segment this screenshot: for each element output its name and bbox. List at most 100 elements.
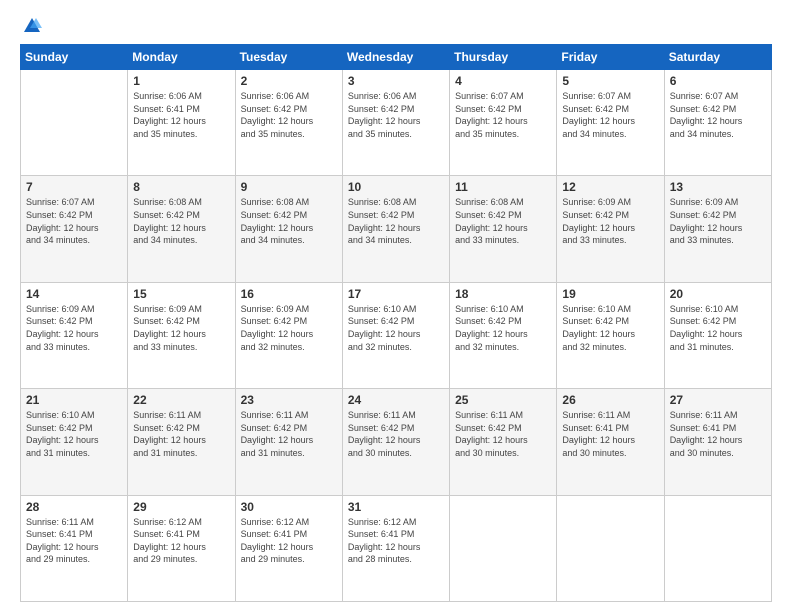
table-row: 17 Sunrise: 6:10 AM Sunset: 6:42 PM Dayli… bbox=[342, 282, 449, 388]
table-row: 31 Sunrise: 6:12 AM Sunset: 6:41 PM Dayli… bbox=[342, 495, 449, 601]
day-number: 14 bbox=[26, 287, 122, 301]
table-row bbox=[664, 495, 771, 601]
logo-icon bbox=[22, 16, 42, 34]
day-info: Sunrise: 6:09 AM Sunset: 6:42 PM Dayligh… bbox=[133, 303, 229, 353]
table-row bbox=[557, 495, 664, 601]
day-number: 18 bbox=[455, 287, 551, 301]
day-number: 23 bbox=[241, 393, 337, 407]
day-number: 28 bbox=[26, 500, 122, 514]
day-number: 27 bbox=[670, 393, 766, 407]
table-row: 8Sunrise: 6:08 AM Sunset: 6:42 PM Daylig… bbox=[128, 176, 235, 282]
table-row: 20 Sunrise: 6:10 AM Sunset: 6:42 PM Dayli… bbox=[664, 282, 771, 388]
table-row: 22 Sunrise: 6:11 AM Sunset: 6:42 PM Dayli… bbox=[128, 389, 235, 495]
day-number: 11 bbox=[455, 180, 551, 194]
table-row: 10 Sunrise: 6:08 AM Sunset: 6:42 PM Dayli… bbox=[342, 176, 449, 282]
table-row bbox=[21, 70, 128, 176]
day-info: Sunrise: 6:09 AM Sunset: 6:42 PM Dayligh… bbox=[241, 303, 337, 353]
table-row: 27 Sunrise: 6:11 AM Sunset: 6:41 PM Dayli… bbox=[664, 389, 771, 495]
day-number: 26 bbox=[562, 393, 658, 407]
table-row: 19Sunrise: 6:10 AM Sunset: 6:42 PM Dayli… bbox=[557, 282, 664, 388]
day-number: 24 bbox=[348, 393, 444, 407]
table-row: 7Sunrise: 6:07 AM Sunset: 6:42 PM Daylig… bbox=[21, 176, 128, 282]
day-number: 22 bbox=[133, 393, 229, 407]
calendar-week-row: 7Sunrise: 6:07 AM Sunset: 6:42 PM Daylig… bbox=[21, 176, 772, 282]
day-info: Sunrise: 6:10 AM Sunset: 6:42 PM Dayligh… bbox=[348, 303, 444, 353]
day-info: Sunrise: 6:10 AM Sunset: 6:42 PM Dayligh… bbox=[455, 303, 551, 353]
day-info: Sunrise: 6:09 AM Sunset: 6:42 PM Dayligh… bbox=[562, 196, 658, 246]
day-info: Sunrise: 6:08 AM Sunset: 6:42 PM Dayligh… bbox=[455, 196, 551, 246]
day-info: Sunrise: 6:08 AM Sunset: 6:42 PM Dayligh… bbox=[133, 196, 229, 246]
day-info: Sunrise: 6:11 AM Sunset: 6:41 PM Dayligh… bbox=[562, 409, 658, 459]
table-row: 13 Sunrise: 6:09 AM Sunset: 6:42 PM Dayli… bbox=[664, 176, 771, 282]
table-row: 1Sunrise: 6:06 AM Sunset: 6:41 PM Daylig… bbox=[128, 70, 235, 176]
col-sunday: Sunday bbox=[21, 45, 128, 70]
day-info: Sunrise: 6:11 AM Sunset: 6:42 PM Dayligh… bbox=[241, 409, 337, 459]
day-info: Sunrise: 6:11 AM Sunset: 6:42 PM Dayligh… bbox=[348, 409, 444, 459]
table-row: 16 Sunrise: 6:09 AM Sunset: 6:42 PM Dayli… bbox=[235, 282, 342, 388]
day-info: Sunrise: 6:07 AM Sunset: 6:42 PM Dayligh… bbox=[670, 90, 766, 140]
day-number: 17 bbox=[348, 287, 444, 301]
day-info: Sunrise: 6:07 AM Sunset: 6:42 PM Dayligh… bbox=[455, 90, 551, 140]
day-number: 5 bbox=[562, 74, 658, 88]
table-row: 15Sunrise: 6:09 AM Sunset: 6:42 PM Dayli… bbox=[128, 282, 235, 388]
day-info: Sunrise: 6:11 AM Sunset: 6:41 PM Dayligh… bbox=[670, 409, 766, 459]
table-row: 9Sunrise: 6:08 AM Sunset: 6:42 PM Daylig… bbox=[235, 176, 342, 282]
col-saturday: Saturday bbox=[664, 45, 771, 70]
day-info: Sunrise: 6:06 AM Sunset: 6:42 PM Dayligh… bbox=[241, 90, 337, 140]
table-row: 3 Sunrise: 6:06 AM Sunset: 6:42 PM Daylig… bbox=[342, 70, 449, 176]
day-number: 25 bbox=[455, 393, 551, 407]
day-number: 13 bbox=[670, 180, 766, 194]
day-info: Sunrise: 6:10 AM Sunset: 6:42 PM Dayligh… bbox=[670, 303, 766, 353]
day-number: 4 bbox=[455, 74, 551, 88]
day-number: 31 bbox=[348, 500, 444, 514]
day-number: 29 bbox=[133, 500, 229, 514]
day-number: 21 bbox=[26, 393, 122, 407]
calendar-table: Sunday Monday Tuesday Wednesday Thursday… bbox=[20, 44, 772, 602]
day-number: 3 bbox=[348, 74, 444, 88]
table-row: 21 Sunrise: 6:10 AM Sunset: 6:42 PM Dayli… bbox=[21, 389, 128, 495]
table-row: 26 Sunrise: 6:11 AM Sunset: 6:41 PM Dayli… bbox=[557, 389, 664, 495]
day-info: Sunrise: 6:08 AM Sunset: 6:42 PM Dayligh… bbox=[348, 196, 444, 246]
day-info: Sunrise: 6:10 AM Sunset: 6:42 PM Dayligh… bbox=[26, 409, 122, 459]
calendar-header-row: Sunday Monday Tuesday Wednesday Thursday… bbox=[21, 45, 772, 70]
calendar-week-row: 1Sunrise: 6:06 AM Sunset: 6:41 PM Daylig… bbox=[21, 70, 772, 176]
table-row: 2 Sunrise: 6:06 AM Sunset: 6:42 PM Daylig… bbox=[235, 70, 342, 176]
day-info: Sunrise: 6:11 AM Sunset: 6:42 PM Dayligh… bbox=[455, 409, 551, 459]
day-number: 16 bbox=[241, 287, 337, 301]
day-info: Sunrise: 6:06 AM Sunset: 6:42 PM Dayligh… bbox=[348, 90, 444, 140]
header bbox=[20, 16, 772, 34]
day-number: 30 bbox=[241, 500, 337, 514]
table-row: 28 Sunrise: 6:11 AM Sunset: 6:41 PM Dayli… bbox=[21, 495, 128, 601]
table-row: 25 Sunrise: 6:11 AM Sunset: 6:42 PM Dayli… bbox=[450, 389, 557, 495]
day-info: Sunrise: 6:11 AM Sunset: 6:41 PM Dayligh… bbox=[26, 516, 122, 566]
table-row bbox=[450, 495, 557, 601]
day-number: 20 bbox=[670, 287, 766, 301]
col-thursday: Thursday bbox=[450, 45, 557, 70]
day-info: Sunrise: 6:10 AM Sunset: 6:42 PM Dayligh… bbox=[562, 303, 658, 353]
table-row: 30 Sunrise: 6:12 AM Sunset: 6:41 PM Dayli… bbox=[235, 495, 342, 601]
calendar-week-row: 21 Sunrise: 6:10 AM Sunset: 6:42 PM Dayli… bbox=[21, 389, 772, 495]
calendar-week-row: 14 Sunrise: 6:09 AM Sunset: 6:42 PM Dayli… bbox=[21, 282, 772, 388]
day-number: 6 bbox=[670, 74, 766, 88]
col-friday: Friday bbox=[557, 45, 664, 70]
day-info: Sunrise: 6:07 AM Sunset: 6:42 PM Dayligh… bbox=[26, 196, 122, 246]
day-number: 9 bbox=[241, 180, 337, 194]
day-number: 12 bbox=[562, 180, 658, 194]
day-info: Sunrise: 6:12 AM Sunset: 6:41 PM Dayligh… bbox=[133, 516, 229, 566]
calendar-week-row: 28 Sunrise: 6:11 AM Sunset: 6:41 PM Dayli… bbox=[21, 495, 772, 601]
table-row: 29 Sunrise: 6:12 AM Sunset: 6:41 PM Dayli… bbox=[128, 495, 235, 601]
day-number: 2 bbox=[241, 74, 337, 88]
day-info: Sunrise: 6:12 AM Sunset: 6:41 PM Dayligh… bbox=[348, 516, 444, 566]
day-info: Sunrise: 6:09 AM Sunset: 6:42 PM Dayligh… bbox=[670, 196, 766, 246]
day-number: 10 bbox=[348, 180, 444, 194]
table-row: 4 Sunrise: 6:07 AM Sunset: 6:42 PM Daylig… bbox=[450, 70, 557, 176]
table-row: 23 Sunrise: 6:11 AM Sunset: 6:42 PM Dayli… bbox=[235, 389, 342, 495]
page: Sunday Monday Tuesday Wednesday Thursday… bbox=[0, 0, 792, 612]
table-row: 24 Sunrise: 6:11 AM Sunset: 6:42 PM Dayli… bbox=[342, 389, 449, 495]
day-info: Sunrise: 6:11 AM Sunset: 6:42 PM Dayligh… bbox=[133, 409, 229, 459]
table-row: 11 Sunrise: 6:08 AM Sunset: 6:42 PM Dayli… bbox=[450, 176, 557, 282]
day-info: Sunrise: 6:12 AM Sunset: 6:41 PM Dayligh… bbox=[241, 516, 337, 566]
logo bbox=[20, 16, 44, 34]
day-number: 1 bbox=[133, 74, 229, 88]
col-wednesday: Wednesday bbox=[342, 45, 449, 70]
